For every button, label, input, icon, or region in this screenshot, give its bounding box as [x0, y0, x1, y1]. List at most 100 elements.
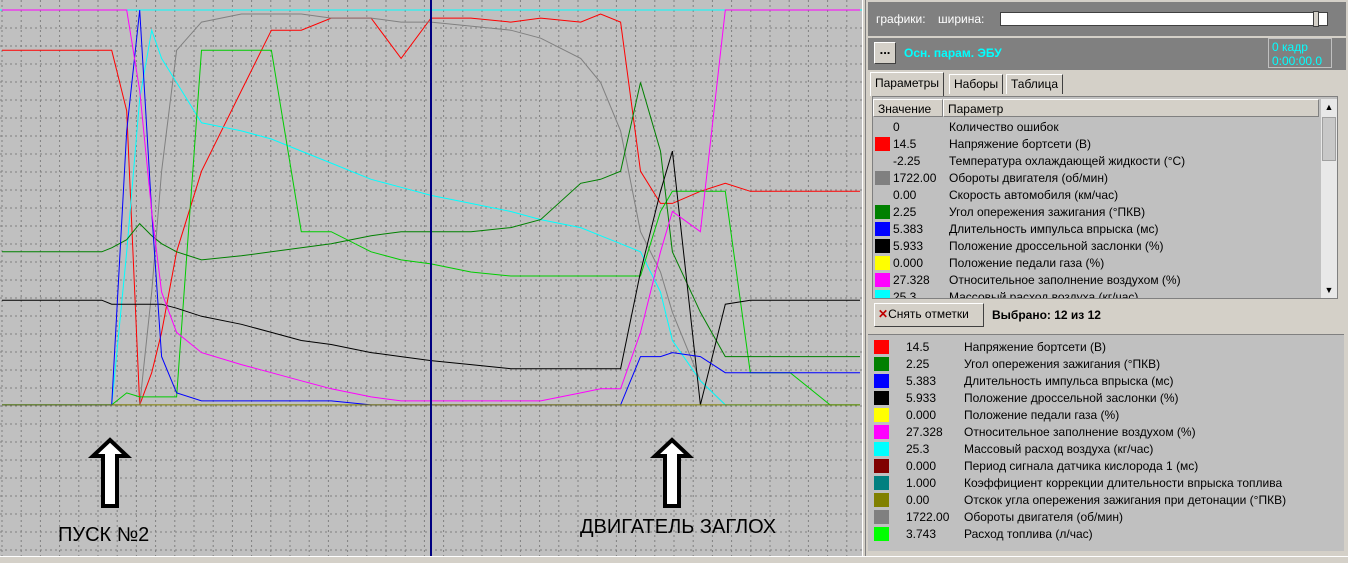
width-slider[interactable]	[1000, 11, 1328, 27]
chart-plot[interactable]	[0, 0, 862, 556]
param-row[interactable]: 5.933 Положение дроссельной заслонки (%)	[873, 238, 1319, 255]
param-name: Положение дроссельной заслонки (%)	[949, 239, 1164, 253]
header-parameter[interactable]: Параметр	[943, 99, 1319, 117]
param-name: Массовый расход воздуха (кг/час)	[949, 290, 1139, 299]
selected-value: 3.743	[906, 527, 937, 541]
clear-x-icon: ✕	[878, 307, 889, 321]
list-header: Значение Параметр	[873, 99, 1319, 117]
color-swatch	[874, 459, 889, 473]
width-slider-thumb[interactable]	[1313, 11, 1319, 27]
selected-row[interactable]: 3.743 Расход топлива (л/час)	[868, 526, 1344, 543]
param-name: Положение педали газа (%)	[949, 256, 1105, 270]
scroll-down-icon[interactable]: ▼	[1321, 282, 1337, 298]
parameters-list[interactable]: Значение Параметр 0 Количество ошибок 14.5…	[872, 96, 1338, 299]
param-row[interactable]: 0.00 Скорость автомобиля (км/час)	[873, 187, 1319, 204]
param-value: -2.25	[893, 154, 921, 168]
param-name: Температура охлаждающей жидкости (°C)	[949, 154, 1186, 168]
selected-row[interactable]: 0.000 Положение педали газа (%)	[868, 407, 1344, 424]
section-header: ... Осн. парам. ЭБУ 0 кадр 0:00:00.0	[868, 38, 1346, 70]
time-label: 0:00:00.0	[1272, 54, 1323, 68]
right-panel: графики: ширина: ... Осн. парам. ЭБУ 0 к…	[866, 0, 1348, 562]
selected-value: 5.383	[906, 374, 937, 388]
selected-value: 2.25	[906, 357, 930, 371]
selected-row[interactable]: 27.328 Относительное заполнение воздухом …	[868, 424, 1344, 441]
selected-name: Относительное заполнение воздухом (%)	[964, 425, 1196, 439]
selected-name: Положение педали газа (%)	[964, 408, 1120, 422]
param-name: Относительное заполнение воздухом (%)	[949, 273, 1181, 287]
param-value: 2.25	[893, 205, 917, 219]
color-swatch	[875, 205, 890, 219]
color-swatch	[874, 510, 889, 524]
selected-count: Выбрано: 12 из 12	[992, 308, 1101, 322]
param-row[interactable]: 2.25 Угол опережения зажигания (°ПКВ)	[873, 204, 1319, 221]
scroll-up-icon[interactable]: ▲	[1321, 99, 1337, 115]
annotation-stalled: ДВИГАТЕЛЬ ЗАГЛОХ	[580, 516, 777, 538]
param-value: 0.000	[893, 256, 924, 270]
param-name: Скорость автомобиля (км/час)	[949, 188, 1119, 202]
selected-row[interactable]: 1.000 Коэффициент коррекции длительности …	[868, 475, 1344, 492]
clear-marks-label: Снять отметки	[888, 307, 969, 321]
color-swatch	[874, 527, 889, 541]
width-label: ширина:	[938, 12, 985, 26]
color-swatch	[875, 222, 890, 236]
list-scrollbar[interactable]: ▲ ▼	[1321, 99, 1337, 298]
selected-row[interactable]: 14.5 Напряжение бортсети (В)	[868, 339, 1344, 356]
selected-value: 27.328	[906, 425, 943, 439]
scrollbar-thumb[interactable]	[1322, 117, 1336, 161]
param-row[interactable]: 27.328 Относительное заполнение воздухом …	[873, 272, 1319, 289]
frame-label: 0 кадр	[1272, 40, 1308, 54]
frame-info: 0 кадр 0:00:00.0	[1268, 38, 1332, 68]
param-value: 25.3	[893, 290, 917, 299]
param-row[interactable]: 14.5 Напряжение бортсети (В)	[873, 136, 1319, 153]
tab-table[interactable]: Таблица	[1006, 74, 1064, 94]
header-value[interactable]: Значение	[873, 99, 943, 117]
param-row[interactable]: 5.383 Длительность импульса впрыска (мс)	[873, 221, 1319, 238]
color-swatch	[874, 425, 889, 439]
selected-value: 1722.00	[906, 510, 950, 524]
color-swatch	[874, 476, 889, 490]
color-swatch	[875, 273, 890, 287]
color-swatch	[874, 408, 889, 422]
param-name: Длительность импульса впрыска (мс)	[949, 222, 1159, 236]
param-row[interactable]: 0 Количество ошибок	[873, 119, 1319, 136]
param-row[interactable]: 25.3 Массовый расход воздуха (кг/час)	[873, 289, 1319, 299]
tab-parameters[interactable]: Параметры	[870, 72, 944, 96]
clear-marks-button[interactable]: ✕Снять отметки	[874, 303, 984, 327]
selected-row[interactable]: 0.000 Период сигнала датчика кислорода 1 …	[868, 458, 1344, 475]
selected-value: 0.00	[906, 493, 930, 507]
chart-area[interactable]: ПУСК №2 ДВИГАТЕЛЬ ЗАГЛОХ	[0, 0, 862, 562]
color-swatch	[875, 171, 890, 185]
selected-name: Напряжение бортсети (В)	[964, 340, 1107, 354]
selected-name: Расход топлива (л/час)	[964, 527, 1093, 541]
selected-row[interactable]: 5.933 Положение дроссельной заслонки (%)	[868, 390, 1344, 407]
color-swatch	[874, 357, 889, 371]
selected-row[interactable]: 0.00 Отскок угла опережения зажигания при…	[868, 492, 1344, 509]
selected-row[interactable]: 2.25 Угол опережения зажигания (°ПКВ)	[868, 356, 1344, 373]
selected-value: 0.000	[906, 408, 937, 422]
param-name: Угол опережения зажигания (°ПКВ)	[949, 205, 1146, 219]
tab-sets[interactable]: Наборы	[949, 74, 1004, 94]
selected-name: Отскок угла опережения зажигания при дет…	[964, 493, 1287, 507]
param-row[interactable]: -2.25 Температура охлаждающей жидкости (°…	[873, 153, 1319, 170]
param-value: 27.328	[893, 273, 930, 287]
selected-value: 5.933	[906, 391, 937, 405]
color-swatch	[874, 374, 889, 388]
color-swatch	[874, 442, 889, 456]
selected-row[interactable]: 1722.00 Обороты двигателя (об/мин)	[868, 509, 1344, 526]
selected-name: Коэффициент коррекции длительности впрыс…	[964, 476, 1283, 490]
param-name: Количество ошибок	[949, 120, 1059, 134]
param-row[interactable]: 0.000 Положение педали газа (%)	[873, 255, 1319, 272]
color-swatch	[875, 137, 890, 151]
color-swatch	[874, 340, 889, 354]
selected-row[interactable]: 25.3 Массовый расход воздуха (кг/час)	[868, 441, 1344, 458]
param-name: Напряжение бортсети (В)	[949, 137, 1092, 151]
color-swatch	[875, 256, 890, 270]
color-swatch	[874, 391, 889, 405]
selected-row[interactable]: 5.383 Длительность импульса впрыска (мс)	[868, 373, 1344, 390]
param-value: 0	[893, 120, 900, 134]
param-row[interactable]: 1722.00 Обороты двигателя (об/мин)	[873, 170, 1319, 187]
section-title: Осн. парам. ЭБУ	[904, 46, 1002, 60]
param-name: Обороты двигателя (об/мин)	[949, 171, 1108, 185]
menu-button[interactable]: ...	[874, 42, 896, 64]
selected-value: 14.5	[906, 340, 930, 354]
